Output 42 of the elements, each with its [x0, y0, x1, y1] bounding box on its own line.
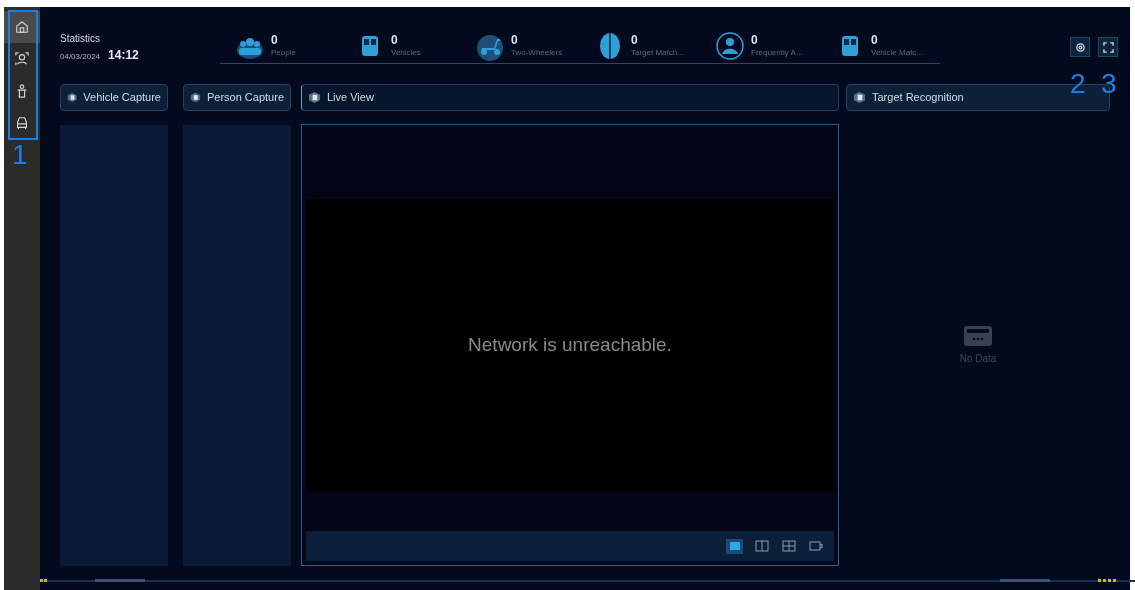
layout-button[interactable]: [780, 538, 797, 554]
person-capture-tab[interactable]: Person Capture: [183, 84, 291, 111]
layout-button[interactable]: [807, 538, 824, 554]
annotation-label: 1: [12, 141, 28, 169]
stat-label: Two-Wheelers: [511, 48, 563, 58]
tag-icon: [67, 91, 78, 104]
stat-label: Frequently A...: [751, 48, 803, 58]
stat-label: People: [271, 48, 296, 58]
date-text: 04/03/2024: [60, 50, 101, 63]
time-text: 14:12: [108, 46, 139, 64]
fullscreen-button[interactable]: [1098, 37, 1118, 57]
stat-value: 0: [751, 33, 759, 48]
stat-label: Vehicles: [391, 48, 421, 58]
stat-value: 0: [871, 33, 879, 48]
stat-value: 0: [631, 33, 639, 48]
person-icon: [15, 84, 29, 98]
four-pane-icon: [781, 540, 796, 552]
face-scan-icon: [15, 52, 29, 66]
single-view-icon: [727, 540, 742, 552]
settings-icon: [1074, 41, 1086, 53]
user-icon: [715, 30, 745, 61]
stat-label: Target Match...: [631, 48, 684, 58]
network-error-message: Network is unreachable.: [468, 332, 672, 357]
tag-icon: [190, 91, 201, 104]
two-pane-icon: [754, 540, 769, 552]
camera-icon: [808, 540, 823, 552]
stat-label: Vehicle Matc...: [871, 48, 924, 58]
fullscreen-icon: [1102, 41, 1114, 53]
empty-inbox-icon: [963, 325, 993, 347]
home-icon: [15, 20, 29, 34]
live-view-tab[interactable]: Live View: [301, 84, 839, 111]
stat-value: 0: [391, 33, 399, 48]
tag-icon: [853, 91, 866, 104]
layout-button[interactable]: [753, 538, 770, 554]
statistics-title: Statistics: [60, 31, 101, 46]
stat-value: 0: [511, 33, 519, 48]
tag-icon: [308, 91, 321, 104]
layout-button[interactable]: [726, 538, 743, 554]
vehicle-capture-tab[interactable]: Vehicle Capture: [60, 84, 168, 111]
car-icon: [15, 116, 29, 130]
settings-button[interactable]: [1070, 37, 1090, 57]
stat-value: 0: [271, 33, 279, 48]
